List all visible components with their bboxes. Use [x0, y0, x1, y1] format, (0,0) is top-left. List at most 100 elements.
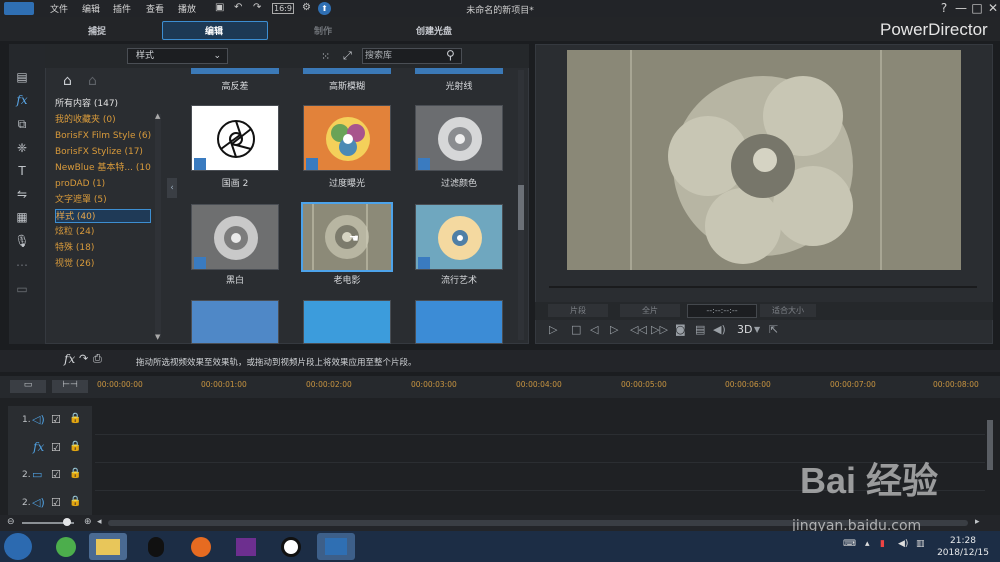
timecode-display[interactable]: --:--:--:--	[687, 304, 757, 318]
category-prodad[interactable]: proDAD (1)	[55, 177, 151, 191]
export-icon[interactable]: ⎙	[93, 352, 102, 366]
timeline-vscroll[interactable]	[987, 420, 993, 470]
menu-view[interactable]: 查看	[146, 2, 164, 15]
lock-icon[interactable]: 🔒	[69, 441, 81, 452]
track-enable-checkbox[interactable]: ☑	[51, 496, 61, 509]
tray-network-icon[interactable]: ▥	[916, 539, 925, 549]
prev-frame-icon[interactable]: ◁	[590, 323, 598, 336]
remove-tag-icon[interactable]: ⌂	[88, 73, 97, 89]
category-special[interactable]: 特殊 (18)	[55, 241, 151, 255]
effect-thumb-mosaic[interactable]	[191, 300, 279, 344]
category-borisfx-film[interactable]: BorisFX Film Style (6)	[55, 129, 151, 143]
taskbar-firefox-icon[interactable]	[182, 533, 220, 560]
taskbar-app-360-icon[interactable]	[47, 533, 85, 560]
undo-icon[interactable]: ↶	[234, 2, 242, 13]
category-newblue[interactable]: NewBlue 基本特... (10)	[55, 161, 151, 175]
particle-room-icon[interactable]: ❈	[9, 141, 35, 159]
menu-play[interactable]: 播放	[178, 2, 196, 15]
subtitle-icon[interactable]: ▤	[695, 323, 705, 336]
menu-edit[interactable]: 编辑	[82, 2, 100, 15]
tab-capture[interactable]: 捕捉	[47, 24, 147, 37]
lock-icon[interactable]: 🔒	[69, 413, 81, 424]
clip-mode-button[interactable]: 片段	[548, 304, 608, 317]
transition-room-icon[interactable]: ⇋	[9, 187, 35, 205]
zoom-out-icon[interactable]: ⊖	[7, 517, 15, 527]
taskbar-clock[interactable]: 21:28 2018/12/15	[930, 535, 996, 559]
3d-mode-button[interactable]: 3D	[737, 323, 752, 336]
tray-arrow-icon[interactable]: ▴	[865, 539, 870, 549]
3d-dropdown-icon[interactable]: ▼	[754, 325, 760, 334]
collapse-panel-button[interactable]: ‹	[167, 178, 177, 198]
menu-plugins[interactable]: 插件	[113, 2, 131, 15]
scroll-right-icon[interactable]: ▸	[975, 517, 980, 527]
snapshot-icon[interactable]: ◙	[675, 323, 686, 336]
upgrade-icon[interactable]: ⬆	[318, 2, 331, 15]
media-room-icon[interactable]: ▤	[9, 70, 35, 88]
lock-icon[interactable]: 🔒	[69, 496, 81, 507]
tray-keyboard-icon[interactable]: ⌨	[843, 539, 856, 549]
taskbar-explorer-icon[interactable]	[89, 533, 127, 560]
thumbs-scrollbar-thumb[interactable]	[518, 185, 524, 230]
thumb-partial[interactable]	[303, 68, 391, 74]
subtitle-room-icon[interactable]: ▭	[9, 282, 35, 300]
tray-volume-icon[interactable]: ◀)	[898, 539, 908, 549]
taskbar-recorder-icon[interactable]	[272, 533, 310, 560]
category-style[interactable]: 样式 (40)	[55, 209, 151, 223]
tab-create-disc[interactable]: 创建光盘	[384, 24, 484, 37]
tray-app-icon[interactable]: ▮	[880, 539, 885, 549]
category-borisfx-stylize[interactable]: BorisFX Stylize (17)	[55, 145, 151, 159]
tab-edit[interactable]: 编辑	[164, 24, 264, 37]
fast-forward-icon[interactable]: ▷▷	[651, 323, 668, 336]
chapter-room-icon[interactable]: ⋯	[9, 258, 35, 276]
apply-effect-icon[interactable]: ↷	[79, 352, 88, 365]
fx-track-icon[interactable]: fx	[64, 352, 75, 366]
help-button[interactable]: ?	[935, 1, 953, 15]
taskbar-player-icon[interactable]	[227, 533, 265, 560]
category-text-mask[interactable]: 文字遮罩 (5)	[55, 193, 151, 207]
effect-thumb-color-filter[interactable]	[415, 105, 503, 171]
undock-icon[interactable]: ⇱	[769, 323, 778, 336]
category-visual[interactable]: 视觉 (26)	[55, 257, 151, 271]
stop-icon[interactable]: □	[571, 323, 581, 336]
aspect-ratio-icon[interactable]: 16:9	[272, 3, 294, 14]
add-tag-icon[interactable]: ⌂	[63, 73, 72, 89]
audio-mixing-icon[interactable]: ▦	[9, 210, 35, 228]
category-all[interactable]: 所有内容 (147)	[55, 97, 151, 111]
category-dropdown[interactable]: 样式 ⌄	[127, 48, 228, 64]
movie-mode-button[interactable]: 全片	[620, 304, 680, 317]
timeline-view-icon[interactable]: ▭	[10, 380, 46, 393]
fit-size-dropdown[interactable]: 适合大小	[760, 304, 816, 317]
title-room-icon[interactable]: T	[9, 164, 35, 182]
preview-video[interactable]	[567, 50, 961, 270]
effect-thumb-black-white[interactable]	[191, 204, 279, 270]
grid-view-icon[interactable]: ⁙	[321, 50, 330, 63]
play-icon[interactable]: ▷	[549, 323, 557, 336]
menu-file[interactable]: 文件	[50, 2, 68, 15]
effect-thumb-blue[interactable]	[303, 300, 391, 344]
settings-gear-icon[interactable]: ⚙	[302, 2, 311, 13]
start-button-icon[interactable]	[4, 533, 32, 560]
thumb-partial[interactable]	[191, 68, 279, 74]
voice-over-icon[interactable]: 🎙	[9, 234, 35, 252]
preview-seek-bar[interactable]	[549, 286, 977, 288]
track-lane[interactable]	[95, 406, 985, 435]
track-enable-checkbox[interactable]: ☑	[51, 441, 61, 454]
save-icon[interactable]: ▣	[215, 2, 224, 13]
taskbar-qq-icon[interactable]	[137, 533, 175, 560]
effect-thumb-overexposed[interactable]	[303, 105, 391, 171]
zoom-in-icon[interactable]: ⊕	[84, 517, 92, 527]
zoom-slider-handle[interactable]	[63, 518, 71, 526]
close-button[interactable]: ✕	[984, 1, 1000, 15]
category-scrollbar[interactable]	[155, 114, 161, 338]
thumb-partial[interactable]	[415, 68, 503, 74]
scroll-up-icon[interactable]: ▲	[155, 112, 160, 120]
pip-room-icon[interactable]: ⧉	[9, 117, 35, 135]
scroll-left-icon[interactable]: ◂	[97, 517, 102, 527]
track-enable-checkbox[interactable]: ☑	[51, 413, 61, 426]
effect-thumb-ink[interactable]	[191, 105, 279, 171]
track-enable-checkbox[interactable]: ☑	[51, 468, 61, 481]
volume-icon[interactable]: ◀)	[713, 323, 726, 336]
category-particle[interactable]: 炫粒 (24)	[55, 225, 151, 239]
effects-room-icon[interactable]: fx	[9, 93, 35, 111]
effect-thumb-blue-2[interactable]	[415, 300, 503, 344]
